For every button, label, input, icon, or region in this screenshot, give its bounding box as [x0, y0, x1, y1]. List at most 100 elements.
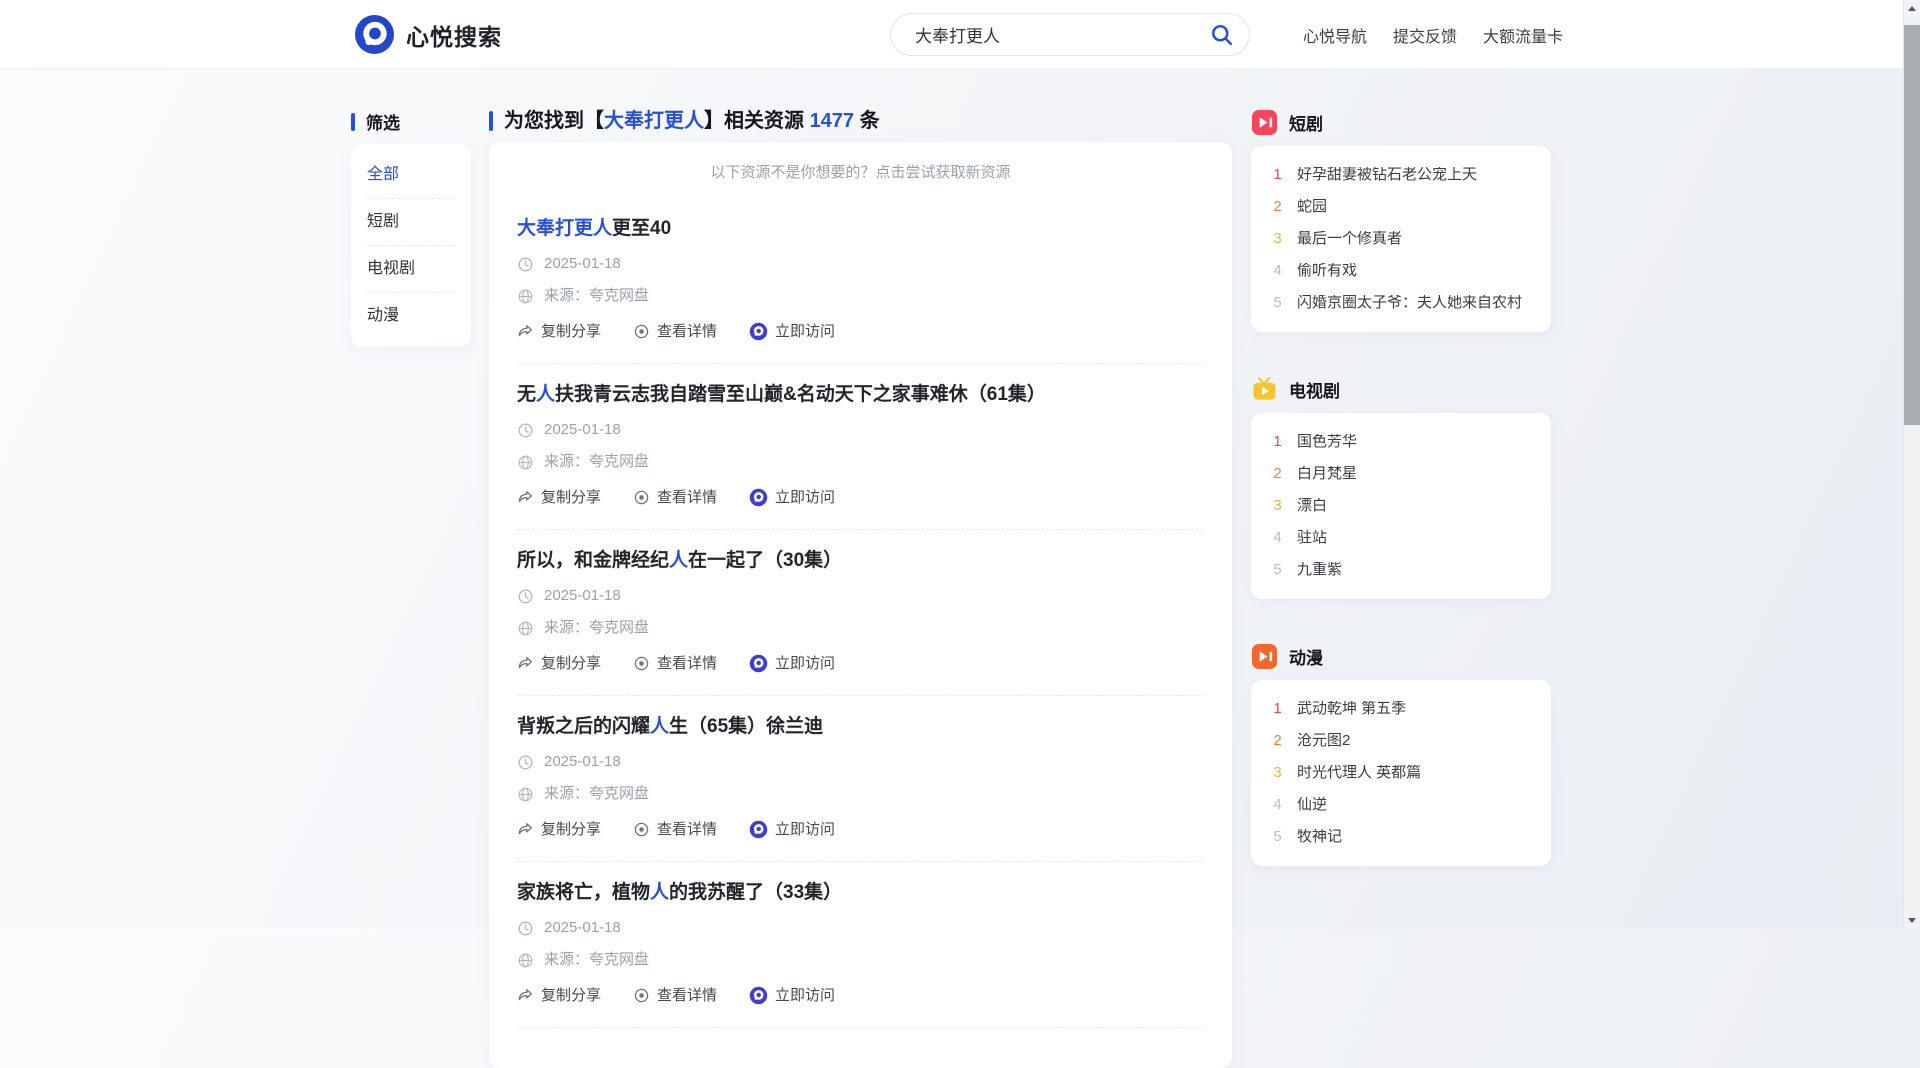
logo[interactable]: 心悦搜索: [355, 15, 502, 54]
rank-item-title: 沧元图2: [1297, 733, 1350, 749]
result-title[interactable]: 背叛之后的闪耀人生（65集）徐兰迪: [517, 716, 823, 737]
rank-item[interactable]: 3 时光代理人 英都篇: [1271, 757, 1531, 789]
result-source-row: 来源：夸克网盘: [517, 618, 1204, 638]
copy-share-button[interactable]: 复制分享: [517, 487, 601, 508]
eye-icon: [633, 987, 650, 1004]
rank-item[interactable]: 4 仙逆: [1271, 789, 1531, 821]
result-list: 大奉打更人更至402025-01-18来源：夸克网盘复制分享查看详情立即访问无人…: [517, 198, 1204, 1028]
results-main: 为您找到【大奉打更人】相关资源 1477 条 以下资源不是你想要的？点击尝试获取…: [489, 109, 1232, 1068]
rank-section-short-drama: 短剧1好孕甜妻被钻石老公宠上天2蛇园3最后一个修真者4偷听有戏5闪婚京圈太子爷：…: [1251, 109, 1551, 332]
rank-card: 1国色芳华2白月梵星3漂白4驻站5九重紫: [1251, 413, 1551, 599]
result-source: 来源：夸克网盘: [544, 286, 649, 306]
share-icon: [517, 987, 534, 1004]
rank-item-title: 蛇园: [1297, 199, 1327, 215]
eye-icon: [633, 821, 650, 838]
rank-item-title: 仙逆: [1297, 797, 1327, 813]
view-detail-button[interactable]: 查看详情: [633, 985, 717, 1006]
result-date: 2025-01-18: [544, 254, 621, 274]
result-title[interactable]: 所以，和金牌经纪人在一起了（30集）: [517, 550, 842, 571]
result-actions: 复制分享 查看详情 立即访问: [517, 819, 1204, 840]
visit-now-button[interactable]: 立即访问: [749, 321, 835, 342]
result-date-row: 2025-01-18: [517, 752, 1204, 772]
share-icon: [517, 323, 534, 340]
filter-item-全部[interactable]: 全部: [367, 152, 455, 199]
rank-item[interactable]: 3漂白: [1271, 490, 1531, 522]
filter-item-电视剧[interactable]: 电视剧: [367, 246, 455, 293]
result-actions: 复制分享 查看详情 立即访问: [517, 985, 1204, 1006]
short-drama-icon: [1251, 109, 1278, 136]
copy-share-button[interactable]: 复制分享: [517, 321, 601, 342]
rank-item[interactable]: 3最后一个修真者: [1271, 223, 1531, 255]
rank-item[interactable]: 5牧神记: [1271, 821, 1531, 853]
rank-item[interactable]: 4驻站: [1271, 522, 1531, 554]
result-date: 2025-01-18: [544, 586, 621, 606]
rank-item[interactable]: 1好孕甜妻被钻石老公宠上天: [1271, 159, 1531, 191]
nav-link-xinyue-nav[interactable]: 心悦导航: [1303, 23, 1367, 47]
copy-share-button[interactable]: 复制分享: [517, 653, 601, 674]
rank-number: 3: [1271, 765, 1284, 781]
rank-number: 4: [1271, 797, 1284, 813]
rank-number: 1: [1271, 167, 1284, 183]
ranking-sidebar: 短剧1好孕甜妻被钻石老公宠上天2蛇园3最后一个修真者4偷听有戏5闪婚京圈太子爷：…: [1251, 109, 1551, 910]
rank-item[interactable]: 4偷听有戏: [1271, 255, 1531, 287]
rank-item[interactable]: 5 闪婚京圈太子爷：夫人她来自农村: [1271, 287, 1531, 319]
result-title[interactable]: 无人扶我青云志我自踏雪至山巅&名动天下之家事难休（61集）: [517, 384, 1046, 405]
result-date-row: 2025-01-18: [517, 586, 1204, 606]
search-input[interactable]: [890, 13, 1250, 56]
rank-item[interactable]: 2沧元图2: [1271, 725, 1531, 757]
filter-item-短剧[interactable]: 短剧: [367, 199, 455, 246]
scrollbar-thumb[interactable]: [1904, 25, 1920, 425]
rank-item[interactable]: 1国色芳华: [1271, 426, 1531, 458]
view-detail-button[interactable]: 查看详情: [633, 487, 717, 508]
result-actions: 复制分享 查看详情 立即访问: [517, 321, 1204, 342]
rank-section-header: 电视剧: [1251, 376, 1551, 403]
result-source-row: 来源：夸克网盘: [517, 950, 1204, 970]
share-icon: [517, 655, 534, 672]
result-actions: 复制分享 查看详情 立即访问: [517, 653, 1204, 674]
rank-item[interactable]: 2白月梵星: [1271, 458, 1531, 490]
result-title[interactable]: 家族将亡，植物人的我苏醒了（33集）: [517, 882, 842, 903]
visit-now-button[interactable]: 立即访问: [749, 653, 835, 674]
visit-now-button[interactable]: 立即访问: [749, 487, 835, 508]
clock-icon: [517, 588, 534, 605]
scrollbar[interactable]: [1903, 0, 1920, 929]
rank-card: 1武动乾坤 第五季2沧元图2 3 时光代理人 英都篇 4 仙逆 5牧神记: [1251, 680, 1551, 866]
scroll-down-button[interactable]: [1904, 912, 1920, 929]
rank-item-title: 闪婚京圈太子爷：夫人她来自农村: [1297, 295, 1522, 311]
rank-item[interactable]: 2蛇园: [1271, 191, 1531, 223]
view-detail-button[interactable]: 查看详情: [633, 819, 717, 840]
anime-icon: [1251, 643, 1278, 670]
result-date: 2025-01-18: [544, 420, 621, 440]
rank-section-title: 动漫: [1289, 644, 1323, 669]
nav-link-feedback[interactable]: 提交反馈: [1393, 23, 1457, 47]
view-detail-button[interactable]: 查看详情: [633, 321, 717, 342]
visit-now-button[interactable]: 立即访问: [749, 985, 835, 1006]
triangle-up-icon: [1908, 6, 1916, 11]
result-source: 来源：夸克网盘: [544, 950, 649, 970]
visit-icon: [749, 986, 768, 1005]
visit-icon: [749, 654, 768, 673]
filter-item-动漫[interactable]: 动漫: [367, 293, 455, 339]
view-detail-button[interactable]: 查看详情: [633, 653, 717, 674]
copy-share-button[interactable]: 复制分享: [517, 819, 601, 840]
visit-now-button[interactable]: 立即访问: [749, 819, 835, 840]
logo-text: 心悦搜索: [406, 18, 502, 52]
globe-icon: [517, 454, 534, 471]
result-title[interactable]: 大奉打更人更至40: [517, 218, 671, 239]
rank-item-title: 时光代理人 英都篇: [1297, 765, 1421, 781]
rank-number: 3: [1271, 231, 1284, 247]
refresh-notice[interactable]: 以下资源不是你想要的？点击尝试获取新资源: [517, 164, 1204, 182]
rank-number: 5: [1271, 295, 1284, 311]
triangle-down-icon: [1908, 918, 1916, 923]
copy-share-button[interactable]: 复制分享: [517, 985, 601, 1006]
rank-item[interactable]: 1武动乾坤 第五季: [1271, 693, 1531, 725]
search-button[interactable]: [1208, 21, 1236, 49]
result-date-row: 2025-01-18: [517, 420, 1204, 440]
result-source-row: 来源：夸克网盘: [517, 784, 1204, 804]
result-source: 来源：夸克网盘: [544, 452, 649, 472]
result-item: 大奉打更人更至40 2025-01-18 来源：夸克网盘复制分享 查看详情 立即访问: [517, 198, 1204, 364]
results-card: 以下资源不是你想要的？点击尝试获取新资源 大奉打更人更至40 2025-01-18…: [489, 142, 1232, 1068]
scroll-up-button[interactable]: [1904, 0, 1920, 17]
rank-item[interactable]: 5九重紫: [1271, 554, 1531, 586]
nav-link-data-card[interactable]: 大额流量卡: [1483, 23, 1563, 47]
